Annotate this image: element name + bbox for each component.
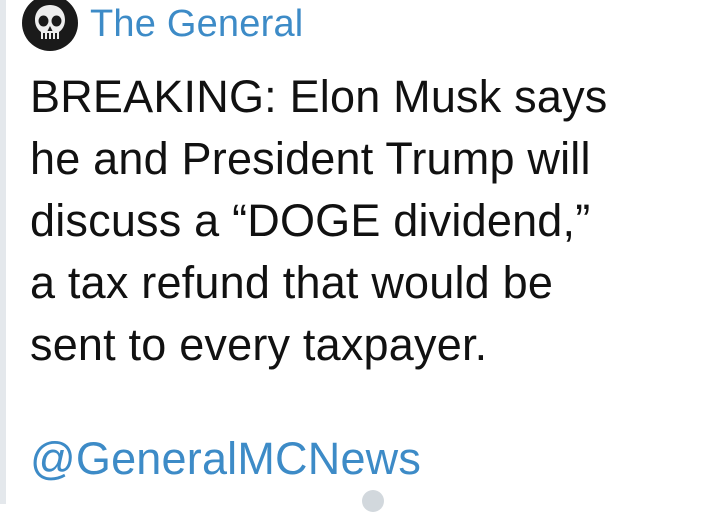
punisher-skull-icon: [35, 5, 65, 39]
message-line: a tax refund that would be: [30, 257, 554, 308]
channel-handle-link[interactable]: @GeneralMCNews: [30, 428, 421, 490]
left-edge-divider: [0, 0, 6, 504]
post-header: The General: [22, 0, 303, 51]
message-line: sent to every taxpayer.: [30, 319, 488, 370]
channel-post: The General BREAKING: Elon Musk says he …: [22, 0, 712, 512]
views-icon: [362, 490, 384, 512]
message-line: discuss a “DOGE dividend,”: [30, 195, 591, 246]
channel-name[interactable]: The General: [90, 5, 303, 43]
channel-avatar[interactable]: [22, 0, 78, 51]
message-text: BREAKING: Elon Musk says he and Presiden…: [30, 66, 710, 376]
message-line: BREAKING: Elon Musk says: [30, 71, 608, 122]
message-meta: [362, 490, 392, 512]
message-line: he and President Trump will: [30, 133, 591, 184]
